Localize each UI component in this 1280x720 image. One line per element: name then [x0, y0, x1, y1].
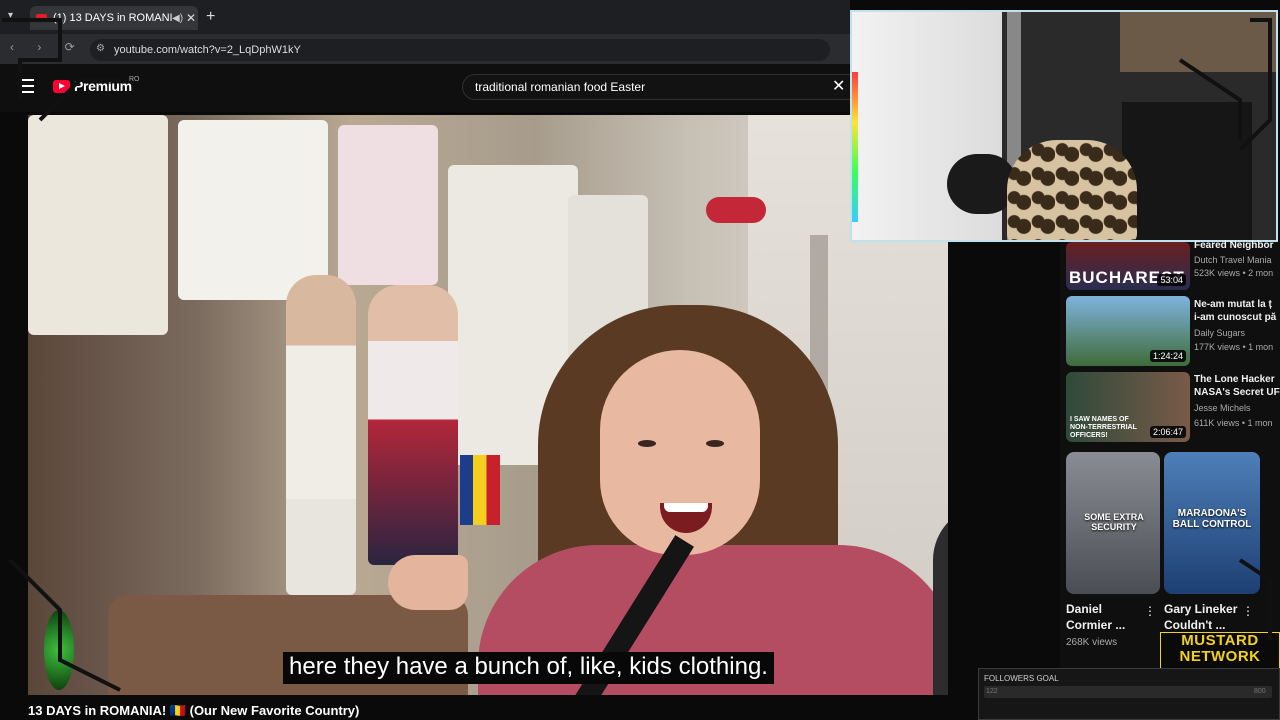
- bookshelf: [1120, 12, 1276, 72]
- short-title-2b[interactable]: Couldn't ...: [1164, 617, 1226, 633]
- site-info-icon[interactable]: ⚙: [96, 43, 105, 54]
- rec-thumbnail-1[interactable]: BUCHAREST 53:04: [1066, 242, 1190, 290]
- eye-right: [706, 440, 724, 447]
- nav-buttons[interactable]: ‹ › ⟳: [10, 40, 85, 54]
- premium-logo-text[interactable]: Premium: [74, 78, 132, 94]
- hair-scrunchie: [706, 197, 766, 223]
- more-options-icon[interactable]: ⋮: [1144, 604, 1156, 618]
- rec-title-2b[interactable]: i-am cunoscut pă: [1194, 311, 1280, 324]
- logo-line-1: MUSTARD: [1181, 632, 1259, 649]
- mustard-network-logo: MUSTARD NETWORK: [1160, 632, 1280, 670]
- rec-title-3[interactable]: The Lone Hacker: [1194, 373, 1280, 386]
- rec-channel-1[interactable]: Dutch Travel Mania: [1194, 255, 1280, 265]
- rec-title-3b[interactable]: NASA's Secret UF: [1194, 386, 1280, 399]
- goal-label: FOLLOWERS GOAL: [984, 674, 1059, 683]
- goal-current: 122: [986, 688, 998, 695]
- rec-title-2[interactable]: Ne-am mutat la ț: [1194, 298, 1280, 311]
- embroidered-blouse: [28, 115, 168, 335]
- video-player[interactable]: [28, 115, 948, 695]
- short-thumbnail-1[interactable]: SOME EXTRA SECURITY: [1066, 452, 1160, 594]
- thumb-text: I SAW NAMES OF NON-TERRESTRIAL OFFICERS!: [1070, 416, 1137, 439]
- speaker-icon[interactable]: ◀): [172, 13, 184, 24]
- duration-badge: 1:24:24: [1149, 350, 1186, 362]
- new-tab-icon[interactable]: +: [206, 8, 215, 26]
- duration-badge: 53:04: [1157, 274, 1186, 286]
- rec-views-3: 611K views • 1 mon: [1194, 418, 1273, 428]
- wall-poster: [1122, 102, 1252, 240]
- short-title-1[interactable]: Daniel: [1066, 601, 1102, 617]
- short-caption: MARADONA'S BALL CONTROL: [1172, 508, 1252, 530]
- short-caption: SOME EXTRA SECURITY: [1084, 512, 1144, 532]
- goal-max: 800: [1254, 688, 1266, 695]
- youtube-logo-icon[interactable]: [53, 80, 70, 93]
- url-field[interactable]: youtube.com/watch?v=2_LqDphW1kY: [90, 39, 830, 61]
- browser-tab-active[interactable]: (1) 13 DAYS in ROMANIA! ... ◀) ✕: [30, 6, 198, 30]
- rec-channel-3[interactable]: Jesse Michels: [1194, 403, 1280, 413]
- clear-search-icon[interactable]: ✕: [832, 76, 845, 96]
- presenter-hand: [388, 555, 468, 610]
- more-options-icon[interactable]: ⋮: [1242, 604, 1254, 618]
- short-title-2[interactable]: Gary Lineker: [1164, 601, 1237, 617]
- streamer-leopard-hood: [1007, 140, 1137, 240]
- tab-title: (1) 13 DAYS in ROMANIA! ...: [53, 12, 172, 24]
- country-code: RO: [129, 76, 140, 83]
- short-views-1: 268K views: [1066, 637, 1118, 648]
- video-title: 13 DAYS in ROMANIA! 🇷🇴 (Our New Favorite…: [28, 703, 360, 718]
- child-mannequin-boy: [286, 275, 356, 595]
- video-subtitle: here they have a bunch of, like, kids cl…: [283, 652, 774, 684]
- romanian-flag: [460, 455, 500, 525]
- rec-channel-2[interactable]: Daily Sugars: [1194, 328, 1280, 338]
- streamer-webcam: [850, 10, 1278, 242]
- eye-left: [638, 440, 656, 447]
- rec-thumbnail-3[interactable]: I SAW NAMES OF NON-TERRESTRIAL OFFICERS!…: [1066, 372, 1190, 442]
- embroidered-shirt: [178, 120, 328, 300]
- short-thumbnail-2[interactable]: MARADONA'S BALL CONTROL: [1164, 452, 1260, 594]
- pink-blouse: [338, 125, 438, 285]
- menu-icon[interactable]: [18, 79, 34, 93]
- teeth: [664, 503, 708, 512]
- tab-search-icon[interactable]: ▾: [8, 10, 13, 21]
- channel-badge-icon: [44, 610, 74, 690]
- rec-views-2: 177K views • 1 mon: [1194, 342, 1274, 352]
- logo-line-2: NETWORK: [1179, 648, 1261, 665]
- close-tab-icon[interactable]: ✕: [184, 11, 198, 25]
- short-title-1b[interactable]: Cormier ...: [1066, 617, 1125, 633]
- search-input[interactable]: traditional romanian food Easter: [462, 74, 852, 100]
- goal-progress-bar: [984, 686, 1272, 698]
- rgb-light-strip: [852, 72, 858, 222]
- youtube-favicon-icon: [36, 14, 47, 22]
- child-mannequin-girl: [368, 285, 458, 565]
- rec-title-1[interactable]: Feared Neighbor: [1194, 239, 1280, 252]
- rec-thumbnail-2[interactable]: 1:24:24: [1066, 296, 1190, 366]
- rec-views-1: 523K views • 2 mon: [1194, 268, 1274, 278]
- duration-badge: 2:06:47: [1149, 426, 1186, 438]
